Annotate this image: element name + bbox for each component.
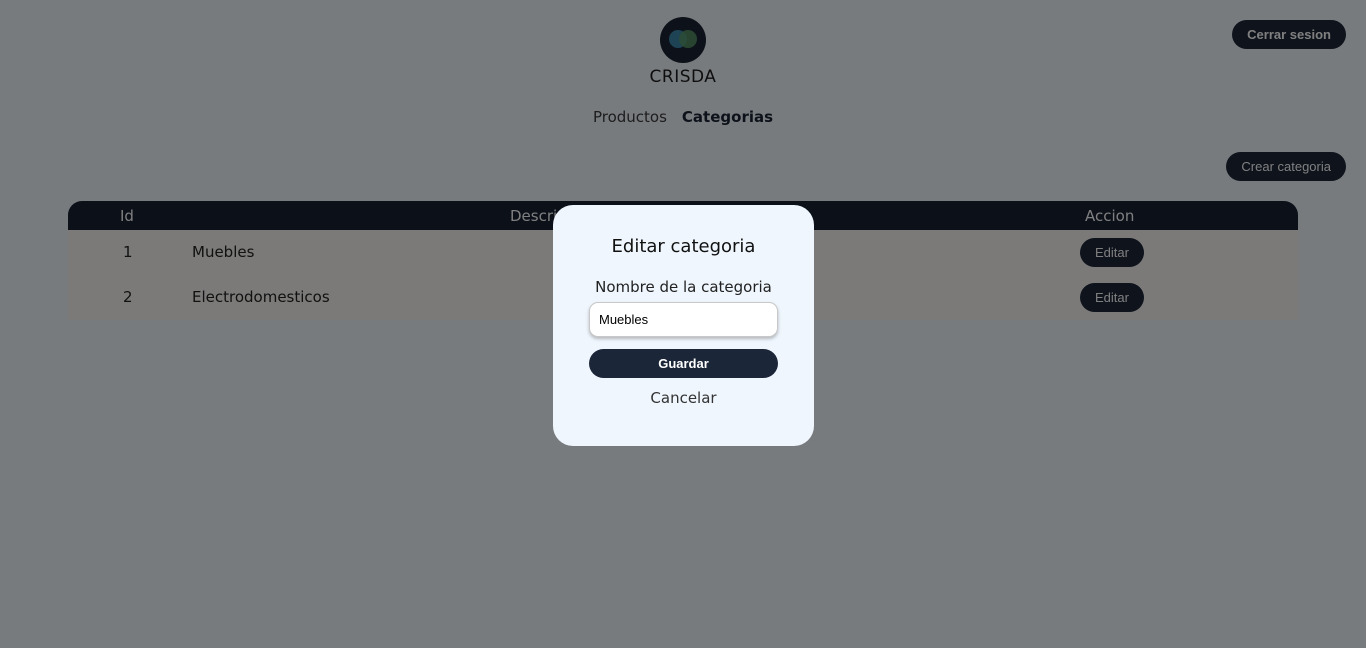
save-button[interactable]: Guardar [589, 349, 778, 378]
modal-title: Editar categoria [611, 236, 756, 257]
category-name-input[interactable] [589, 302, 778, 337]
edit-category-modal: Editar categoria Nombre de la categoria … [553, 205, 814, 446]
cancel-button[interactable]: Cancelar [650, 389, 716, 407]
category-name-label: Nombre de la categoria [595, 278, 772, 296]
